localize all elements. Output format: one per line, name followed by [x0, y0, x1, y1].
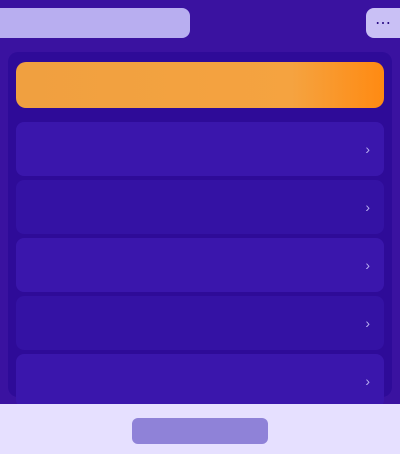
list-item[interactable]: › — [16, 296, 384, 350]
more-button[interactable]: ⋯ — [366, 8, 400, 38]
chevron-right-icon: › — [365, 141, 370, 157]
chevron-right-icon: › — [365, 373, 370, 389]
list-item[interactable]: › — [16, 180, 384, 234]
chevron-right-icon: › — [365, 315, 370, 331]
list-item[interactable]: › — [16, 238, 384, 292]
content-panel: › › › › › — [8, 52, 392, 408]
chevron-right-icon: › — [365, 199, 370, 215]
list-item[interactable]: › — [16, 122, 384, 176]
top-bar: ⋯ — [0, 0, 400, 46]
list-item[interactable]: › — [16, 354, 384, 408]
bottom-bar — [0, 404, 400, 454]
header-bar[interactable] — [16, 62, 384, 108]
bottom-button[interactable] — [132, 418, 268, 444]
list: › › › › › — [16, 122, 384, 412]
chevron-right-icon: › — [365, 257, 370, 273]
tab-pill[interactable] — [0, 8, 190, 38]
more-icon: ⋯ — [375, 15, 391, 32]
